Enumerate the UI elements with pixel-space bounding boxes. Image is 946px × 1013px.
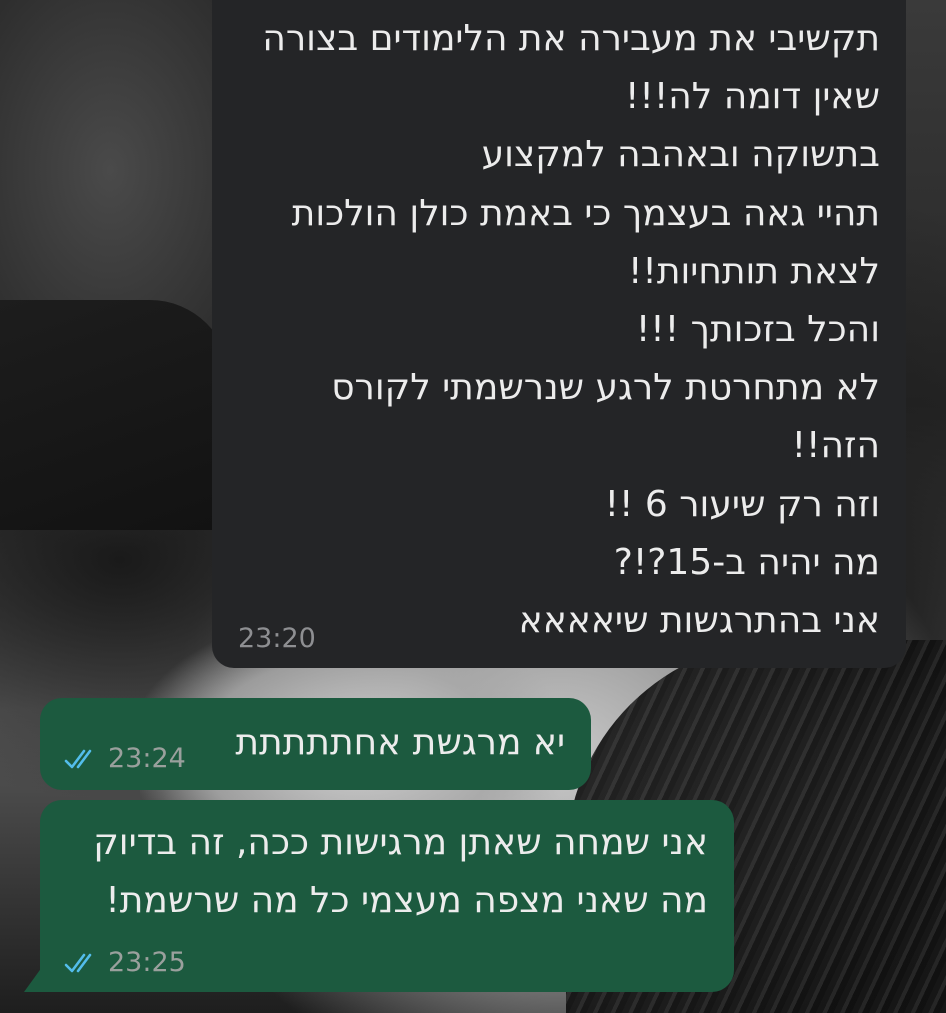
message-meta: 23:25 [64, 947, 186, 978]
double-check-read-icon [64, 749, 92, 768]
chat-screen: תקשיבי את מעבירה את הלימודים בצורה שאין … [0, 0, 946, 1013]
message-line: הזה!! [791, 425, 880, 467]
message-line: תהיי גאה בעצמך כי באמת כולן הולכות [291, 192, 880, 234]
message-timestamp: 23:25 [108, 947, 186, 978]
message-line: אני בהתרגשות שיאאאא [518, 600, 880, 642]
message-line: שאין דומה לה!!! [624, 76, 880, 118]
message-line: מה שאני מצפה מעצמי כל מה שרשמת! [105, 880, 708, 922]
outgoing-message-bubble[interactable]: יא מרגשת אחתתתתת 23:24 [40, 698, 591, 790]
incoming-message-bubble[interactable]: תקשיבי את מעבירה את הלימודים בצורה שאין … [212, 0, 906, 668]
message-timestamp: 23:24 [108, 743, 186, 774]
message-line: לא מתחרטת לרגע שנרשמתי לקורס [331, 367, 880, 409]
message-line: מה יהיה ב-15?!? [613, 541, 880, 583]
message-line: בתשוקה ובאהבה למקצוע [481, 134, 880, 176]
outgoing-message-bubble[interactable]: אני שמחה שאתן מרגישות ככה, זה בדיוק מה ש… [40, 800, 734, 992]
message-line: והכל בזכותך !!! [635, 309, 880, 351]
message-line: וזה רק שיעור 6 !! [604, 483, 880, 525]
wallpaper-dashboard-shape [0, 300, 230, 530]
message-meta: 23:20 [238, 623, 316, 654]
double-check-read-icon [64, 953, 92, 972]
message-timestamp: 23:20 [238, 623, 316, 654]
message-line: תקשיבי את מעבירה את הלימודים בצורה [262, 18, 880, 59]
message-line: לצאת תותחיות!! [627, 250, 880, 292]
message-line: אני שמחה שאתן מרגישות ככה, זה בדיוק [93, 822, 708, 863]
message-meta: 23:24 [64, 743, 186, 774]
